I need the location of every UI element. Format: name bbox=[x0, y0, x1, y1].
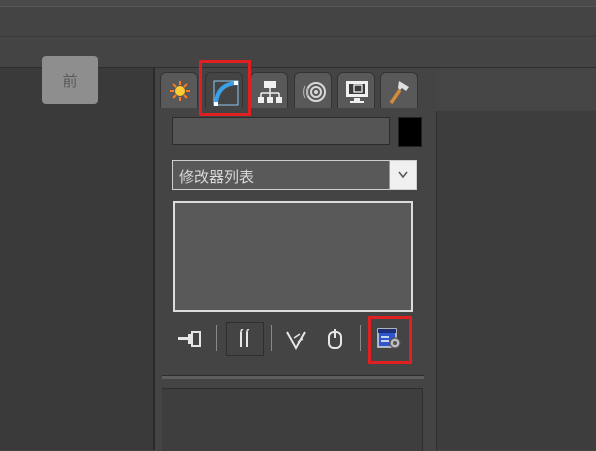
tab-display[interactable] bbox=[337, 72, 375, 108]
hierarchy-icon bbox=[258, 81, 282, 103]
tab-create[interactable] bbox=[160, 72, 198, 108]
configure-sets-highlight bbox=[368, 316, 412, 364]
right-panel-area bbox=[436, 68, 596, 450]
chevron-down-icon bbox=[398, 171, 408, 179]
make-unique-icon bbox=[286, 331, 306, 351]
object-name-field[interactable] bbox=[172, 117, 390, 145]
monitor-icon bbox=[346, 81, 368, 103]
remove-modifier-icon bbox=[328, 329, 342, 349]
modifier-list-label: 修改器列表 bbox=[179, 168, 255, 186]
modifier-stack-list[interactable] bbox=[173, 201, 413, 312]
show-end-result-button[interactable] bbox=[226, 322, 264, 356]
pin-icon bbox=[178, 331, 201, 347]
motion-rings-icon bbox=[302, 82, 326, 102]
viewcube-label: 前 bbox=[62, 72, 80, 90]
hammer-icon bbox=[389, 81, 409, 104]
toolbar-separator bbox=[271, 325, 272, 351]
modifier-list-dropdown[interactable]: 修改器列表 bbox=[172, 160, 417, 190]
rollout-divider bbox=[162, 375, 424, 379]
title-strip bbox=[0, 0, 596, 7]
object-color-swatch[interactable] bbox=[398, 117, 422, 147]
right-panel-inner bbox=[436, 111, 596, 450]
end-result-icon bbox=[240, 329, 250, 347]
title-bar bbox=[0, 0, 596, 37]
modify-tab-highlight bbox=[199, 60, 251, 116]
make-unique-button[interactable] bbox=[283, 326, 309, 352]
viewport-front[interactable] bbox=[0, 68, 155, 450]
remove-modifier-button[interactable] bbox=[322, 326, 348, 352]
toolbar-separator bbox=[216, 325, 217, 351]
dropdown-button[interactable] bbox=[389, 161, 416, 189]
toolbar-separator bbox=[360, 325, 361, 351]
tab-hierarchy[interactable] bbox=[250, 72, 288, 108]
tab-utilities[interactable] bbox=[380, 72, 418, 108]
pin-stack-button[interactable] bbox=[176, 326, 202, 352]
tab-motion[interactable] bbox=[294, 72, 332, 108]
sun-star-icon bbox=[170, 81, 190, 101]
modifier-parameters-area bbox=[162, 388, 423, 451]
